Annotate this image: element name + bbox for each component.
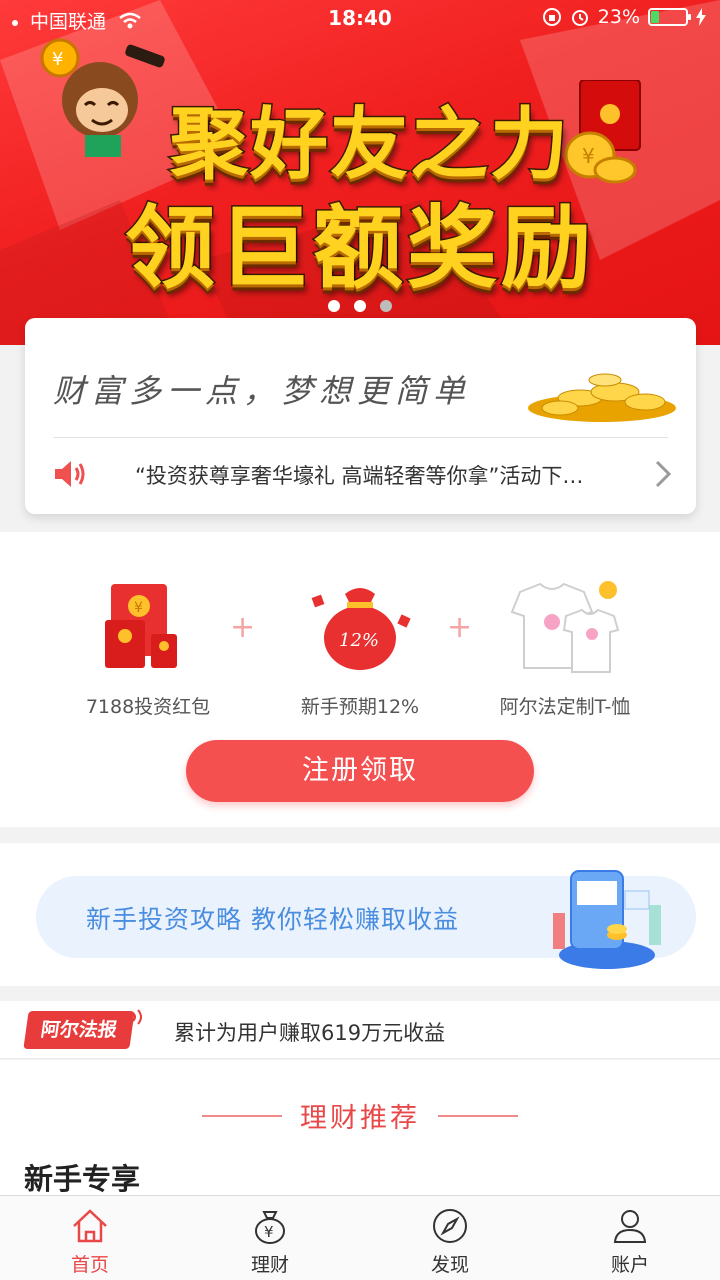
charging-icon xyxy=(696,8,706,26)
user-icon xyxy=(613,1210,647,1243)
phone-chart-illustration-icon xyxy=(553,870,661,969)
gift-expected-return[interactable]: 12% 新手预期12% xyxy=(250,572,470,719)
gift-label: 新手预期12% xyxy=(300,696,420,718)
carousel-dot-active[interactable] xyxy=(380,300,392,312)
gift-red-envelope[interactable]: ¥ 7188投资红包 xyxy=(38,572,258,719)
chevron-right-icon[interactable] xyxy=(653,458,673,490)
svg-text:¥: ¥ xyxy=(52,49,63,70)
promo-banner[interactable]: 中国联通 18:40 23% ¥ ¥ 聚好友之力 领巨额奖励 xyxy=(0,0,720,345)
tab-account[interactable]: 账户 xyxy=(570,1206,690,1277)
recommend-section: 理财推荐 新手专享 xyxy=(0,1060,720,1196)
battery-percent: 23% xyxy=(597,6,640,28)
money-bag-icon: 12% xyxy=(311,588,411,670)
gift-label: 阿尔法定制T-恤 xyxy=(499,696,631,718)
coin-pile-icon xyxy=(528,373,676,422)
divider xyxy=(53,437,668,438)
register-button[interactable]: 注册领取 xyxy=(186,740,534,802)
status-bar: 中国联通 18:40 23% xyxy=(0,0,720,38)
carousel-dot[interactable] xyxy=(328,300,340,312)
battery-icon xyxy=(648,8,691,26)
alarm-icon xyxy=(571,10,588,26)
compass-icon xyxy=(433,1209,467,1243)
recommend-heading: 理财推荐 xyxy=(300,1103,420,1134)
tab-discover[interactable]: 发现 xyxy=(390,1206,510,1277)
carousel-dot[interactable] xyxy=(354,300,366,312)
gift-badge-yuan: ¥ xyxy=(134,600,143,616)
tab-bar: 首页 ¥ 理财 发现 账户 xyxy=(0,1195,720,1280)
speaker-icon xyxy=(55,461,85,487)
tab-label: 发现 xyxy=(430,1254,469,1276)
svg-text:¥: ¥ xyxy=(264,1223,274,1241)
broadcast-icon xyxy=(132,1009,142,1025)
banner-title-line2: 领巨额奖励 xyxy=(124,195,595,303)
gift-badge-rate: 12% xyxy=(339,630,379,651)
news-ticker[interactable]: 阿尔法报 累计为用户赚取619万元收益 xyxy=(0,1001,720,1059)
home-icon xyxy=(73,1209,107,1243)
strategy-section: 新手投资攻略 教你轻松赚取收益 xyxy=(0,843,720,986)
notice-bar[interactable]: “投资获尊享奢华壕礼 高端轻奢等你拿”活动下… xyxy=(53,454,673,494)
tab-finance[interactable]: ¥ 理财 xyxy=(210,1206,330,1277)
heading-line-right xyxy=(438,1115,518,1117)
newcomer-gifts: ¥ 7188投资红包 + 12% 新手预期12% + 阿尔法定制T-恤 注册领取 xyxy=(0,532,720,827)
news-text: 累计为用户赚取619万元收益 xyxy=(174,1021,446,1045)
gift-tshirt[interactable]: 阿尔法定制T-恤 xyxy=(455,572,675,719)
slogan-text: 财富多一点，梦想更简单 xyxy=(53,372,472,410)
tab-label: 首页 xyxy=(70,1254,109,1276)
tshirt-icon xyxy=(510,581,620,673)
status-right: 23% xyxy=(542,6,706,28)
rotation-lock-icon xyxy=(542,8,561,26)
notice-text[interactable]: “投资获尊享奢华壕礼 高端轻奢等你拿”活动下… xyxy=(135,460,583,490)
section-title: 新手专享 xyxy=(24,1162,141,1196)
gift-label: 7188投资红包 xyxy=(85,696,211,718)
slogan-card: 财富多一点，梦想更简单 “投资获尊享奢华壕礼 高端轻奢等你拿”活动下… xyxy=(25,318,696,514)
news-tag: 阿尔法报 xyxy=(23,1011,135,1049)
investment-guide-text: 新手投资攻略 教你轻松赚取收益 xyxy=(86,905,459,934)
tab-label: 理财 xyxy=(250,1254,289,1276)
money-bag-icon: ¥ xyxy=(255,1211,285,1244)
tab-home[interactable]: 首页 xyxy=(30,1206,150,1277)
carousel-indicator[interactable] xyxy=(0,300,720,312)
red-envelope-icon: ¥ xyxy=(105,584,177,668)
tab-label: 账户 xyxy=(610,1254,649,1276)
